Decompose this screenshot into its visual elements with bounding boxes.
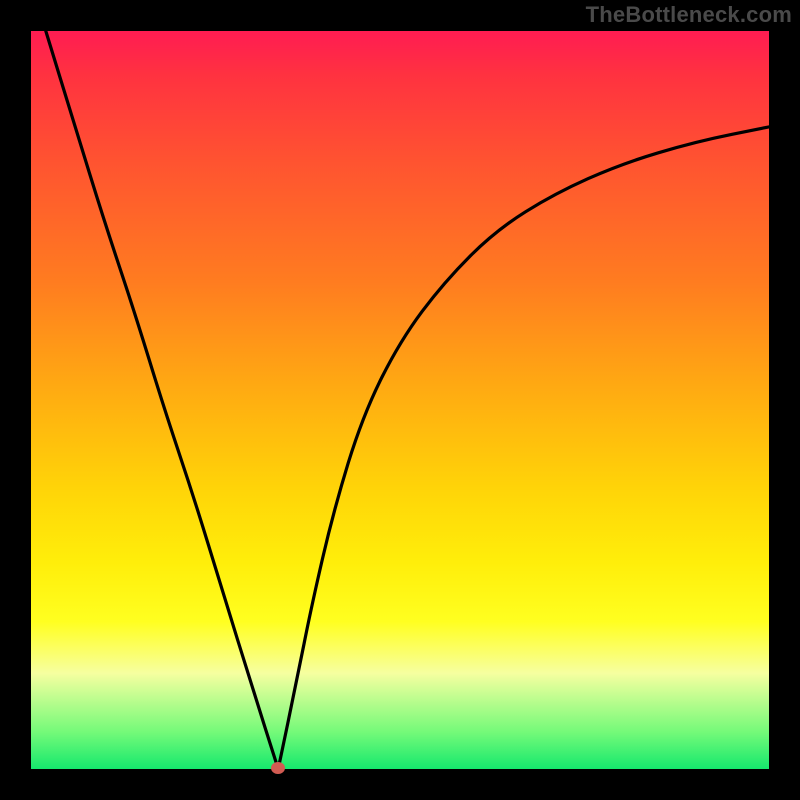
- curve-svg: [31, 31, 769, 769]
- bottleneck-curve: [46, 31, 769, 769]
- minimum-marker: [271, 762, 285, 774]
- watermark-text: TheBottleneck.com: [586, 2, 792, 28]
- plot-area: [31, 31, 769, 769]
- chart-frame: TheBottleneck.com: [0, 0, 800, 800]
